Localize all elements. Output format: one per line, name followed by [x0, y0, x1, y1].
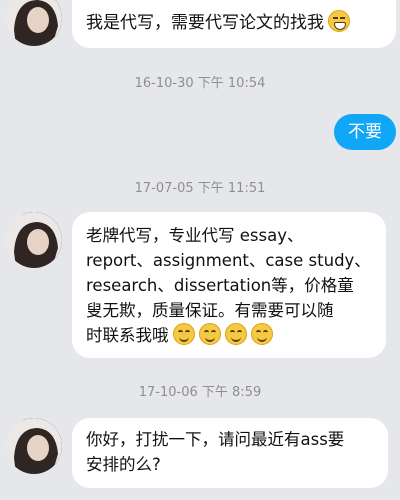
timestamp: 17-10-06 下午 8:59	[138, 385, 262, 400]
message-line: 老牌代写，专业代写 essay、	[86, 226, 304, 245]
avatar[interactable]	[6, 0, 62, 46]
smiling-face-icon	[172, 323, 195, 345]
message-line: 叟无欺，质量保证。有需要可以随	[86, 301, 334, 320]
message-bubble-sent[interactable]: 不要	[334, 114, 396, 150]
message-text: 不要	[348, 122, 382, 142]
timestamp: 16-10-30 下午 10:54	[134, 76, 266, 91]
message-line: research、dissertation等，价格童	[86, 276, 354, 295]
message-bubble-received[interactable]: 你好，打扰一下，请问最近有ass要 安排的么?	[72, 418, 388, 488]
message-line: 时联系我哦	[86, 323, 372, 348]
timestamp: 17-07-05 下午 11:51	[134, 181, 266, 196]
message-text: 时联系我哦	[86, 326, 169, 345]
grinning-face-icon	[328, 10, 350, 32]
message-line: report、assignment、case study、	[86, 251, 371, 270]
message-line: 安排的么?	[86, 455, 161, 474]
avatar[interactable]	[6, 418, 62, 474]
message-line: 你好，打扰一下，请问最近有ass要	[86, 430, 345, 449]
smiling-face-icon	[198, 323, 221, 345]
message-bubble-received[interactable]: 老牌代写，专业代写 essay、 report、assignment、case …	[72, 212, 386, 358]
smiling-face-icon	[250, 323, 273, 345]
smiling-face-icon	[224, 323, 247, 345]
message-bubble-received[interactable]: 我是代写，需要代写论文的找我	[72, 0, 396, 48]
message-text: 我是代写，需要代写论文的找我	[86, 13, 324, 33]
avatar[interactable]	[6, 212, 62, 268]
